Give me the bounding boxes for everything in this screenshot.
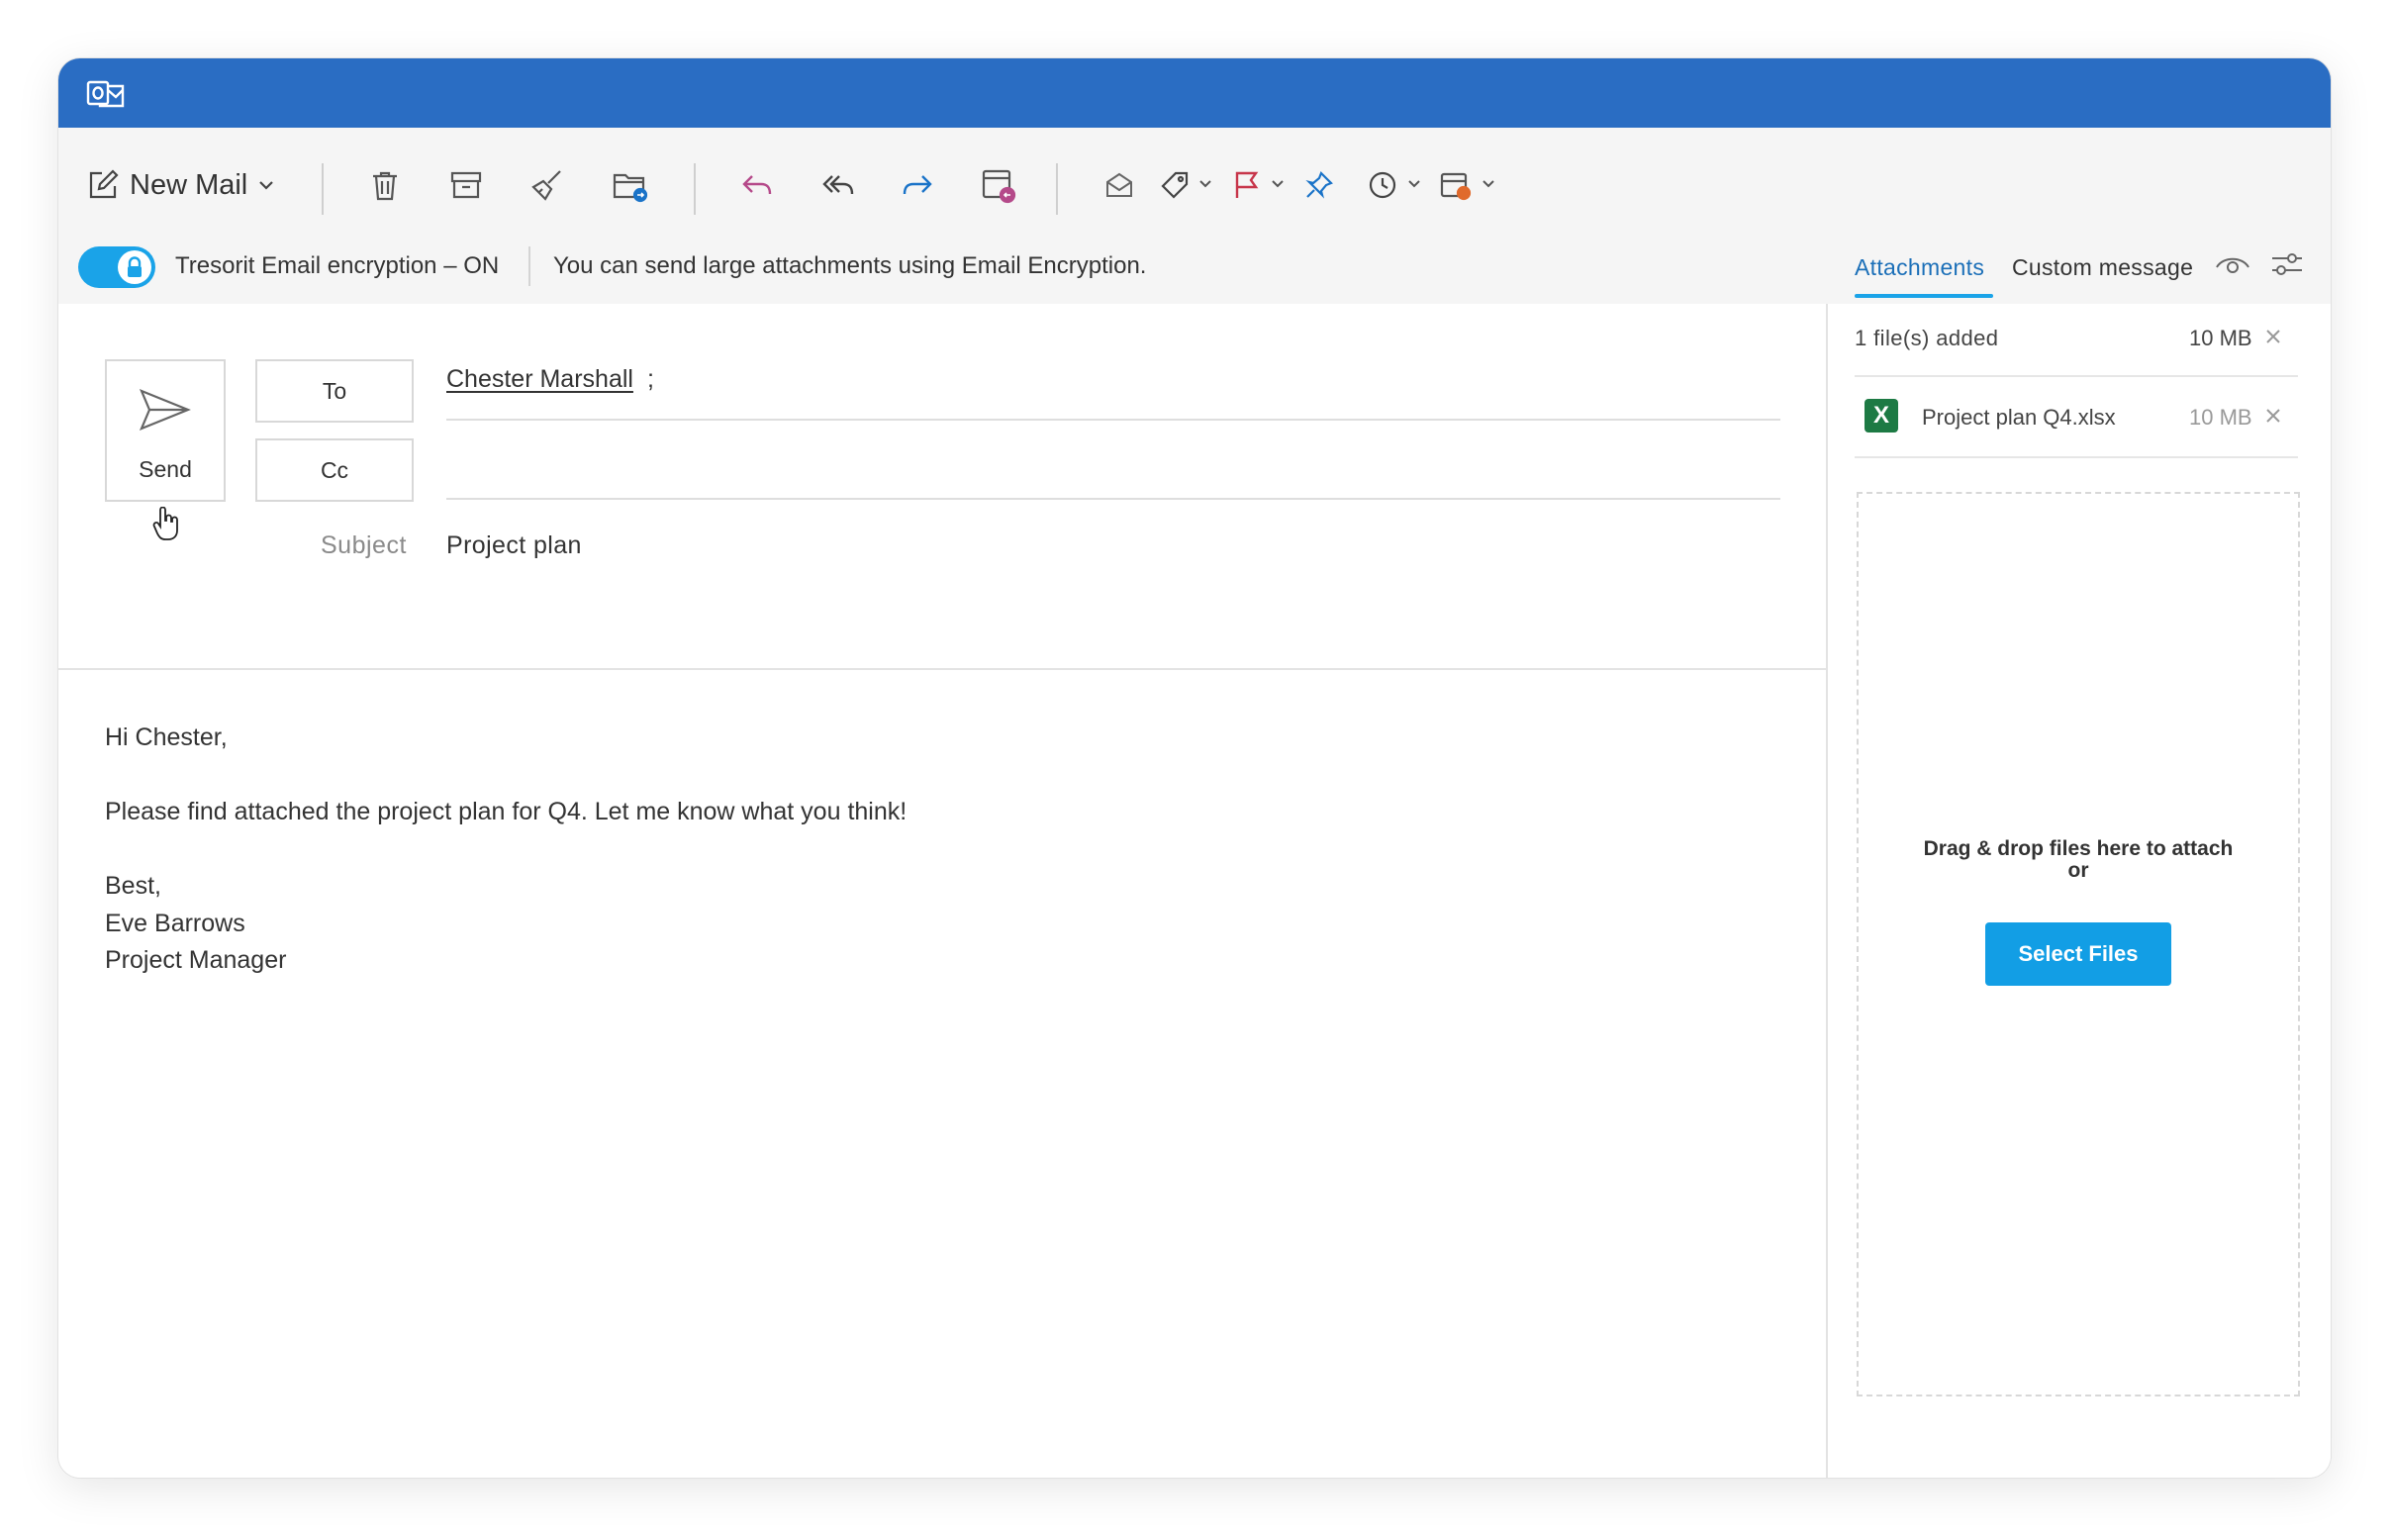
title-bar — [58, 58, 2331, 128]
encryption-bar: Tresorit Email encryption – ON You can s… — [58, 223, 2331, 304]
send-button[interactable]: Send — [105, 359, 226, 502]
reply-all-button[interactable] — [818, 165, 858, 205]
encryption-info-text: You can send large attachments using Ema… — [553, 252, 1147, 279]
toggle-knob — [118, 250, 151, 284]
excel-icon: X — [1865, 399, 1898, 433]
broom-icon — [531, 170, 561, 201]
tab-custom-message[interactable]: Custom message — [2012, 254, 2193, 281]
toolbar-divider — [694, 163, 696, 215]
outlook-compose-window: New Mail Tresorit Email encryption – ON … — [58, 58, 2331, 1478]
folder-move-icon — [613, 173, 648, 203]
subject-input[interactable]: Project plan — [446, 531, 582, 560]
hand-cursor-icon — [152, 507, 178, 540]
attachments-total-size: 10 MB — [2189, 326, 2252, 350]
flag-icon — [1235, 171, 1259, 198]
panel-divider — [1855, 375, 2298, 377]
send-icon — [139, 388, 191, 432]
new-mail-label: New Mail — [130, 168, 248, 201]
envelope-open-icon — [1106, 172, 1132, 197]
attachment-file-size: 10 MB — [2189, 405, 2252, 430]
encryption-status-label: Tresorit Email encryption – ON — [175, 252, 500, 279]
reply-icon — [742, 175, 772, 195]
move-to-folder-button[interactable] — [611, 165, 650, 205]
chevron-down-icon — [259, 181, 274, 190]
reply-all-icon — [822, 175, 854, 195]
archive-button[interactable] — [446, 165, 486, 205]
attachments-panel: 1 file(s) added 10 MB X Project plan Q4.… — [1828, 304, 2331, 1478]
meeting-reply-button[interactable] — [979, 165, 1018, 205]
chevron-down-icon[interactable] — [1196, 175, 1214, 193]
remove-attachment-close-icon[interactable] — [2260, 403, 2286, 429]
recipient-separator: ; — [647, 365, 654, 393]
clock-icon — [1369, 171, 1396, 199]
chevron-down-icon[interactable] — [1269, 175, 1287, 193]
sweep-button[interactable] — [527, 165, 567, 205]
outlook-app-icon — [86, 80, 125, 108]
toolbar-divider — [322, 163, 324, 215]
drop-text-line1: Drag & drop files here to attach — [1923, 837, 2234, 860]
trash-icon — [373, 171, 397, 201]
drop-text-line2: or — [2067, 859, 2089, 882]
send-label: Send — [139, 456, 192, 482]
encryption-bar-divider — [528, 246, 530, 286]
inbox-rules-icon — [1440, 172, 1472, 201]
lock-icon — [128, 256, 142, 277]
cc-label: Cc — [320, 456, 349, 483]
tag-icon — [1161, 171, 1189, 199]
subject-label: Subject — [321, 531, 407, 559]
file-drop-zone[interactable]: Drag & drop files here to attach or Sele… — [1857, 492, 2300, 1396]
compose-icon — [89, 169, 119, 199]
to-button[interactable]: To — [255, 359, 414, 423]
toolbar-divider — [1056, 163, 1058, 215]
encryption-toggle[interactable] — [78, 246, 155, 288]
drop-instructions: Drag & drop files here to attach or — [1859, 838, 2298, 882]
compose-pane: Send To Cc Chester Marshall ; Subject Pr… — [58, 304, 1828, 1478]
forward-icon — [903, 175, 932, 195]
pin-icon — [1305, 171, 1333, 199]
panel-divider — [1855, 456, 2298, 458]
remove-all-close-icon[interactable] — [2260, 324, 2286, 349]
cc-field-underline[interactable] — [446, 498, 1780, 500]
forward-button[interactable] — [898, 165, 937, 205]
archive-icon — [450, 171, 482, 199]
mark-read-button[interactable] — [1100, 165, 1139, 205]
attachment-file-name: Project plan Q4.xlsx — [1922, 405, 2116, 430]
chevron-down-icon[interactable] — [1405, 175, 1423, 193]
active-tab-indicator — [1855, 294, 1993, 298]
cc-button[interactable]: Cc — [255, 438, 414, 502]
settings-sliders-icon[interactable] — [2269, 248, 2305, 280]
to-label: To — [322, 377, 347, 404]
to-field-underline[interactable] — [446, 419, 1780, 421]
header-body-divider — [58, 668, 1826, 670]
new-mail-button[interactable]: New Mail — [86, 161, 275, 209]
flag-button[interactable] — [1226, 165, 1266, 205]
preview-eye-icon[interactable] — [2214, 248, 2251, 280]
pin-button[interactable] — [1299, 165, 1339, 205]
message-body[interactable]: Hi Chester, Please find attached the pro… — [105, 720, 907, 980]
snooze-button[interactable] — [1363, 165, 1402, 205]
categorize-button[interactable] — [1155, 165, 1195, 205]
rules-button[interactable] — [1436, 165, 1476, 205]
select-files-button[interactable]: Select Files — [1985, 922, 2171, 986]
tab-attachments[interactable]: Attachments — [1855, 254, 1984, 281]
to-recipient-chip[interactable]: Chester Marshall — [446, 365, 633, 394]
delete-button[interactable] — [365, 165, 405, 205]
attachments-summary: 1 file(s) added — [1855, 326, 1999, 350]
reply-button[interactable] — [737, 165, 777, 205]
calendar-reply-icon — [982, 169, 1016, 204]
chevron-down-icon[interactable] — [1480, 175, 1497, 193]
